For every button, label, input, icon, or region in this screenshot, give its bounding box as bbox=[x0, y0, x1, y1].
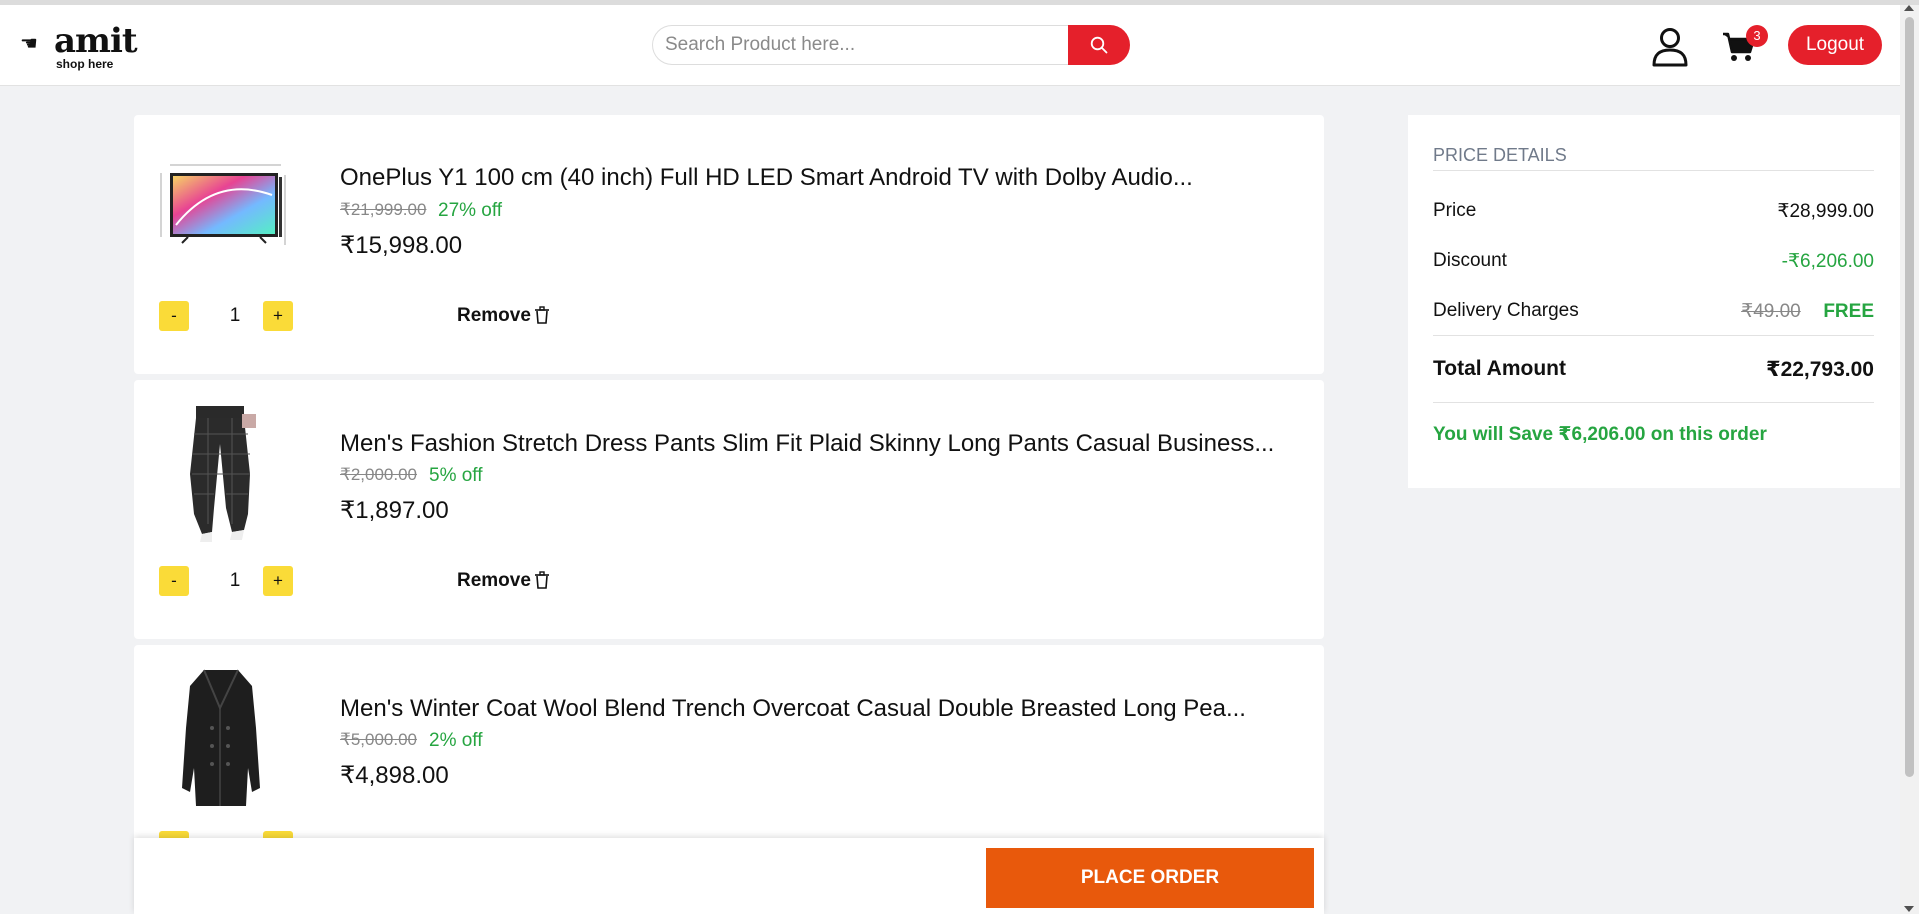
remove-label: Remove bbox=[457, 570, 531, 591]
remove-button[interactable]: Remove bbox=[457, 570, 531, 592]
trash-icon[interactable] bbox=[534, 571, 550, 589]
increase-qty-button[interactable]: + bbox=[263, 301, 293, 331]
delivery-values: ₹49.00 FREE bbox=[1741, 300, 1874, 323]
tv-image bbox=[160, 164, 286, 245]
site-logo[interactable]: ☚ amit shop here bbox=[20, 21, 140, 71]
original-price: ₹21,999.00 bbox=[340, 200, 427, 219]
logo-text: amit bbox=[54, 21, 138, 61]
delivery-row: Delivery Charges ₹49.00 FREE bbox=[1433, 300, 1874, 322]
total-value: ₹22,793.00 bbox=[1765, 358, 1874, 381]
logo-tagline: shop here bbox=[56, 57, 114, 71]
discount-percent: 2% off bbox=[429, 730, 483, 751]
place-order-bar: PLACE ORDER bbox=[134, 838, 1324, 914]
price-label: Price bbox=[1433, 200, 1477, 221]
delivery-label: Delivery Charges bbox=[1433, 300, 1579, 321]
discount-value: -₹6,206.00 bbox=[1781, 251, 1874, 272]
final-price: ₹15,998.00 bbox=[340, 232, 463, 259]
cart-item: OnePlus Y1 100 cm (40 inch) Full HD LED … bbox=[134, 115, 1324, 374]
user-account-icon[interactable] bbox=[1651, 27, 1689, 67]
increase-qty-button[interactable]: + bbox=[263, 566, 293, 596]
total-label: Total Amount bbox=[1433, 357, 1566, 380]
final-price: ₹4,898.00 bbox=[340, 762, 449, 789]
remove-label: Remove bbox=[457, 305, 531, 326]
product-title[interactable]: Men's Fashion Stretch Dress Pants Slim F… bbox=[340, 430, 1274, 458]
search-button[interactable] bbox=[1068, 25, 1130, 65]
savings-message: You will Save ₹6,206.00 on this order bbox=[1433, 424, 1767, 445]
place-order-button[interactable]: PLACE ORDER bbox=[986, 848, 1314, 908]
discount-percent: 27% off bbox=[438, 200, 503, 221]
final-price: ₹1,897.00 bbox=[340, 497, 449, 524]
search-input[interactable] bbox=[652, 25, 1068, 65]
quantity-value: 1 bbox=[229, 305, 241, 326]
delivery-original-price: ₹49.00 bbox=[1741, 301, 1801, 322]
scroll-down-arrow-icon[interactable] bbox=[1904, 906, 1914, 912]
product-title[interactable]: OnePlus Y1 100 cm (40 inch) Full HD LED … bbox=[340, 164, 1193, 192]
pants-image bbox=[190, 406, 256, 542]
delivery-free-badge: FREE bbox=[1823, 301, 1874, 322]
search-bar bbox=[652, 25, 1130, 65]
page-scrollbar[interactable] bbox=[1900, 5, 1919, 914]
product-title[interactable]: Men's Winter Coat Wool Blend Trench Over… bbox=[340, 695, 1246, 723]
discount-label: Discount bbox=[1433, 250, 1507, 271]
scrollbar-thumb[interactable] bbox=[1905, 17, 1914, 777]
trash-icon[interactable] bbox=[534, 306, 550, 324]
divider bbox=[1433, 335, 1874, 336]
original-price: ₹2,000.00 bbox=[340, 465, 417, 484]
price-details-heading: PRICE DETAILS bbox=[1433, 145, 1567, 165]
divider bbox=[1433, 402, 1874, 403]
cart-count-badge: 3 bbox=[1746, 25, 1768, 47]
logout-button[interactable]: Logout bbox=[1788, 25, 1882, 65]
divider bbox=[1433, 170, 1874, 171]
price-value: ₹28,999.00 bbox=[1777, 201, 1874, 222]
search-icon bbox=[1090, 36, 1108, 54]
cart-button[interactable]: 3 bbox=[1722, 25, 1768, 65]
remove-button[interactable]: Remove bbox=[457, 305, 531, 327]
discount-row: Discount -₹6,206.00 bbox=[1433, 250, 1874, 272]
site-header: ☚ amit shop here 3 Logout bbox=[0, 5, 1900, 86]
price-details-panel: PRICE DETAILS Price ₹28,999.00 Discount … bbox=[1408, 115, 1900, 488]
scroll-up-arrow-icon[interactable] bbox=[1904, 5, 1914, 11]
original-price: ₹5,000.00 bbox=[340, 730, 417, 749]
discount-percent: 5% off bbox=[429, 465, 483, 486]
decrease-qty-button[interactable]: - bbox=[159, 301, 189, 331]
pointing-hand-icon: ☚ bbox=[20, 33, 38, 55]
price-row: Price ₹28,999.00 bbox=[1433, 200, 1874, 222]
cart-item: Men's Fashion Stretch Dress Pants Slim F… bbox=[134, 380, 1324, 639]
quantity-value: 1 bbox=[229, 570, 241, 591]
decrease-qty-button[interactable]: - bbox=[159, 566, 189, 596]
coat-image bbox=[182, 669, 260, 806]
total-row: Total Amount ₹22,793.00 bbox=[1433, 357, 1874, 381]
